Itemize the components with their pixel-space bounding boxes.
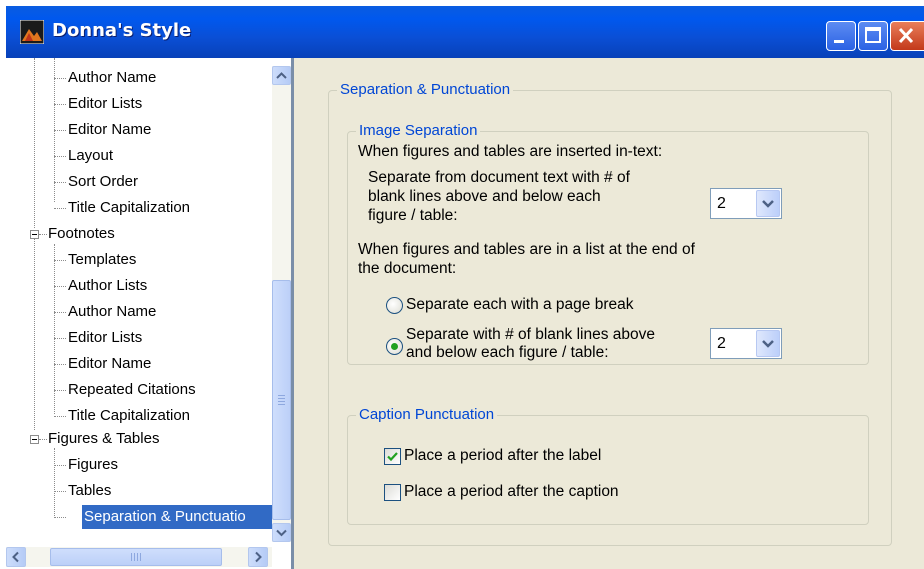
tree-item-editor-name[interactable]: Editor Name xyxy=(68,118,151,142)
tree-item-editor-lists[interactable]: Editor Lists xyxy=(68,92,142,116)
tree-connector xyxy=(54,286,66,287)
tree-connector xyxy=(54,104,66,105)
tree-connector xyxy=(54,130,66,131)
tree-connector xyxy=(54,208,66,209)
tree-connector xyxy=(54,465,66,466)
tree-connector xyxy=(54,390,66,391)
horizontal-scroll-thumb[interactable] xyxy=(50,548,222,566)
tree-connector xyxy=(34,234,35,430)
dropdown-button[interactable] xyxy=(756,190,780,217)
tree-connector xyxy=(34,58,35,228)
chevron-down-icon xyxy=(276,529,287,537)
chevron-right-icon xyxy=(255,551,262,563)
endlist-heading-line: the document: xyxy=(358,260,457,277)
scroll-left-button[interactable] xyxy=(6,547,26,567)
chevron-down-icon xyxy=(762,340,774,348)
chevron-down-icon xyxy=(762,200,774,208)
intext-desc-line: Separate from document text with # of xyxy=(368,169,630,186)
tree-vertical-scrollbar[interactable] xyxy=(272,66,291,542)
tree-connector xyxy=(39,234,47,235)
period-after-label-checkbox[interactable] xyxy=(384,448,401,465)
intext-desc-line: blank lines above and below each xyxy=(368,188,601,205)
tree-item-author-name[interactable]: Author Name xyxy=(68,300,156,324)
group-title: Separation & Punctuation xyxy=(337,81,514,99)
scroll-right-button[interactable] xyxy=(248,547,268,567)
tree-item-footnotes[interactable]: Footnotes xyxy=(48,222,115,246)
page-break-radio[interactable] xyxy=(386,297,403,314)
title-bar[interactable]: Donna's Style xyxy=(6,6,924,58)
period-after-caption-checkbox[interactable] xyxy=(384,484,401,501)
tree-connector xyxy=(54,260,66,261)
period-after-label-text[interactable]: Place a period after the label xyxy=(404,446,601,466)
tree-connector xyxy=(54,244,55,414)
dropdown-button[interactable] xyxy=(756,330,780,357)
tree-item-editor-lists[interactable]: Editor Lists xyxy=(68,326,142,350)
tree-connector xyxy=(54,448,55,516)
tree-connector xyxy=(54,182,66,183)
tree-connector xyxy=(54,364,66,365)
chevron-left-icon xyxy=(12,551,19,563)
intext-heading: When figures and tables are inserted in-… xyxy=(358,143,663,160)
collapse-figures-tables-icon[interactable] xyxy=(30,435,39,444)
caption-punctuation-group: Caption Punctuation Place a period after… xyxy=(347,406,869,525)
app-window: Donna's Style Author Name Editor Lists E… xyxy=(6,6,924,569)
blank-lines-radio-label[interactable]: Separate with # of blank lines above xyxy=(406,325,655,345)
page-break-radio-label[interactable]: Separate each with a page break xyxy=(406,295,634,315)
tree-horizontal-scrollbar[interactable] xyxy=(6,547,272,567)
intext-desc-line: figure / table: xyxy=(368,207,458,224)
scroll-thumb[interactable] xyxy=(272,280,291,520)
settings-panel: Separation & Punctuation Image Separatio… xyxy=(294,58,924,569)
tree-connector xyxy=(54,156,66,157)
tree-connector xyxy=(54,338,66,339)
tree-connector xyxy=(54,78,66,79)
image-separation-group: Image Separation When figures and tables… xyxy=(347,122,869,365)
scroll-up-button[interactable] xyxy=(272,66,291,85)
chevron-up-icon xyxy=(276,72,287,79)
tree-item-templates[interactable]: Templates xyxy=(68,248,136,272)
tree-item-layout[interactable]: Layout xyxy=(68,144,113,168)
tree-item-separation-punctuation[interactable]: Separation & Punctuatio xyxy=(82,505,272,529)
caption-punctuation-legend: Caption Punctuation xyxy=(356,406,498,424)
collapse-footnotes-icon[interactable] xyxy=(30,230,39,239)
maximize-icon xyxy=(865,27,881,43)
maximize-button[interactable] xyxy=(858,21,888,51)
tree-item-figures-tables[interactable]: Figures & Tables xyxy=(48,427,159,451)
tree-item-sort-order[interactable]: Sort Order xyxy=(68,170,138,194)
close-icon xyxy=(898,27,914,44)
tree-connector xyxy=(54,416,66,417)
tree-item-author-lists[interactable]: Author Lists xyxy=(68,274,147,298)
endlist-lines-value: 2 xyxy=(717,335,726,352)
period-after-caption-text[interactable]: Place a period after the caption xyxy=(404,482,619,502)
scroll-down-button[interactable] xyxy=(272,523,291,542)
window-title: Donna's Style xyxy=(52,20,192,41)
endlist-lines-select[interactable]: 2 xyxy=(710,328,782,359)
tree-item-figures[interactable]: Figures xyxy=(68,453,118,477)
tree-item-author-name[interactable]: Author Name xyxy=(68,66,156,90)
tree-item-repeated-citations[interactable]: Repeated Citations xyxy=(68,378,196,402)
blank-lines-radio[interactable] xyxy=(386,338,403,355)
intext-lines-select[interactable]: 2 xyxy=(710,188,782,219)
blank-lines-radio-label[interactable]: and below each figure / table: xyxy=(406,343,609,363)
tree-connector xyxy=(39,439,47,440)
close-button[interactable] xyxy=(890,21,924,51)
tree-item-title-capitalization[interactable]: Title Capitalization xyxy=(68,196,190,220)
tree-connector xyxy=(54,312,66,313)
navigation-tree[interactable]: Author Name Editor Lists Editor Name Lay… xyxy=(6,58,294,569)
check-icon xyxy=(387,452,398,462)
minimize-icon xyxy=(834,40,844,43)
minimize-button[interactable] xyxy=(826,21,856,51)
tree-connector xyxy=(54,491,66,492)
tree-connector xyxy=(54,517,66,518)
intext-lines-value: 2 xyxy=(717,195,726,212)
endlist-heading-line: When figures and tables are in a list at… xyxy=(358,241,695,258)
tree-item-title-capitalization[interactable]: Title Capitalization xyxy=(68,404,190,428)
tree-item-tables[interactable]: Tables xyxy=(68,479,111,503)
tree-item-editor-name[interactable]: Editor Name xyxy=(68,352,151,376)
image-separation-legend: Image Separation xyxy=(356,122,481,140)
app-logo-icon xyxy=(20,20,44,44)
separation-punctuation-group: Separation & Punctuation Image Separatio… xyxy=(328,81,892,546)
